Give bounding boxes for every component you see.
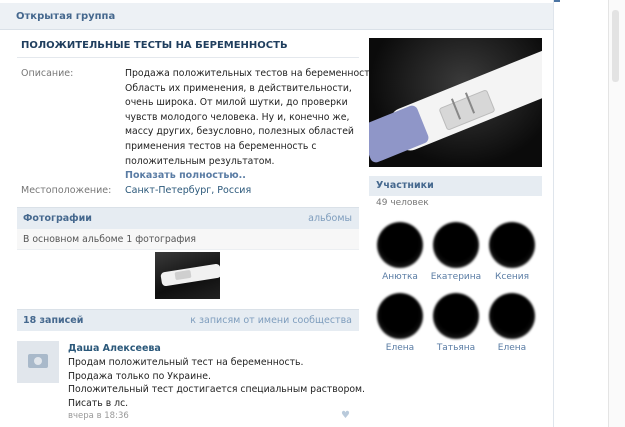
group-main-photo[interactable] (369, 38, 542, 167)
photos-section-header: Фотографии альбомы (17, 207, 359, 229)
member-item[interactable]: Анютка (370, 222, 430, 282)
member-avatar[interactable] (489, 293, 535, 339)
post-author-avatar[interactable] (17, 341, 59, 383)
member-item[interactable]: Ксения (482, 222, 542, 282)
member-avatar[interactable] (377, 222, 423, 268)
member-avatar[interactable] (489, 222, 535, 268)
member-name[interactable]: Елена (370, 343, 430, 353)
photos-title[interactable]: Фотографии (23, 213, 92, 224)
description-label: Описание: (21, 68, 74, 79)
description-line: чувств молодого человека. Ну и, конечно … (125, 111, 350, 123)
wall-count[interactable]: 18 записей (23, 315, 83, 326)
location-label: Местоположение: (21, 185, 112, 196)
member-item[interactable]: Елена (370, 293, 430, 353)
member-avatar[interactable] (433, 293, 479, 339)
page-title: Открытая группа (16, 11, 116, 22)
members-count[interactable]: 49 человек (376, 198, 429, 208)
member-name[interactable]: Ксения (482, 272, 542, 282)
heart-icon[interactable]: ♥ (341, 410, 350, 421)
wall-section-header: 18 записей к записям от имени сообщества (17, 309, 359, 331)
member-name[interactable]: Татьяна (426, 343, 486, 353)
album-info-bar: В основном альбоме 1 фотография (17, 229, 359, 250)
post-text: Продам положительный тест на беременност… (68, 356, 365, 410)
album-info: В основном альбоме 1 фотография (23, 234, 197, 245)
post-line: Продам положительный тест на беременност… (68, 357, 304, 368)
divider (17, 57, 359, 58)
page-header: Открытая группа (0, 3, 553, 30)
post-time[interactable]: вчера в 18:36 (68, 411, 129, 421)
scrollbar-thumb[interactable] (612, 10, 619, 82)
group-description: Продажа положительных тестов на беременн… (125, 67, 379, 169)
camera-lens (34, 357, 42, 365)
community-posts-link[interactable]: к записям от имени сообщества (190, 315, 352, 326)
member-name[interactable]: Елена (482, 343, 542, 353)
description-line: Область их применения, в действительност… (125, 82, 352, 94)
description-line: применения тестов на беременность с (125, 140, 317, 152)
description-line: положительным результатом. (125, 155, 275, 167)
members-title[interactable]: Участники (376, 180, 434, 191)
member-avatar[interactable] (433, 222, 479, 268)
post-line: Продажа только по Украине. (68, 370, 211, 382)
show-full-link[interactable]: Показать полностью.. (125, 170, 246, 181)
members-section-header: Участники (369, 176, 542, 196)
member-name[interactable]: Анютка (370, 272, 430, 282)
member-item[interactable]: Татьяна (426, 293, 486, 353)
member-name[interactable]: Екатерина (426, 272, 486, 282)
post-line: Положительный тест достигается специальн… (68, 384, 366, 395)
group-page: Открытая группа ПОЛОЖИТЕЛЬНЫЕ ТЕСТЫ НА Б… (0, 0, 554, 427)
description-line: очень широка. От милой шутки, до проверк… (125, 97, 348, 109)
group-title: ПОЛОЖИТЕЛЬНЫЕ ТЕСТЫ НА БЕРЕМЕННОСТЬ (21, 40, 288, 51)
member-item[interactable]: Екатерина (426, 222, 486, 282)
description-line: Продажа положительных тестов на беременн… (125, 68, 379, 79)
post-author-name[interactable]: Даша Алексеева (68, 343, 161, 354)
member-item[interactable]: Елена (482, 293, 542, 353)
album-photo-thumbnail[interactable] (155, 252, 220, 299)
description-line: массу других, безусловно, полезных облас… (125, 126, 354, 138)
post-line: Писать в лс. (68, 397, 129, 409)
albums-link[interactable]: альбомы (308, 213, 352, 224)
member-avatar[interactable] (377, 293, 423, 339)
location-link[interactable]: Санкт-Петербург, Россия (125, 185, 251, 196)
